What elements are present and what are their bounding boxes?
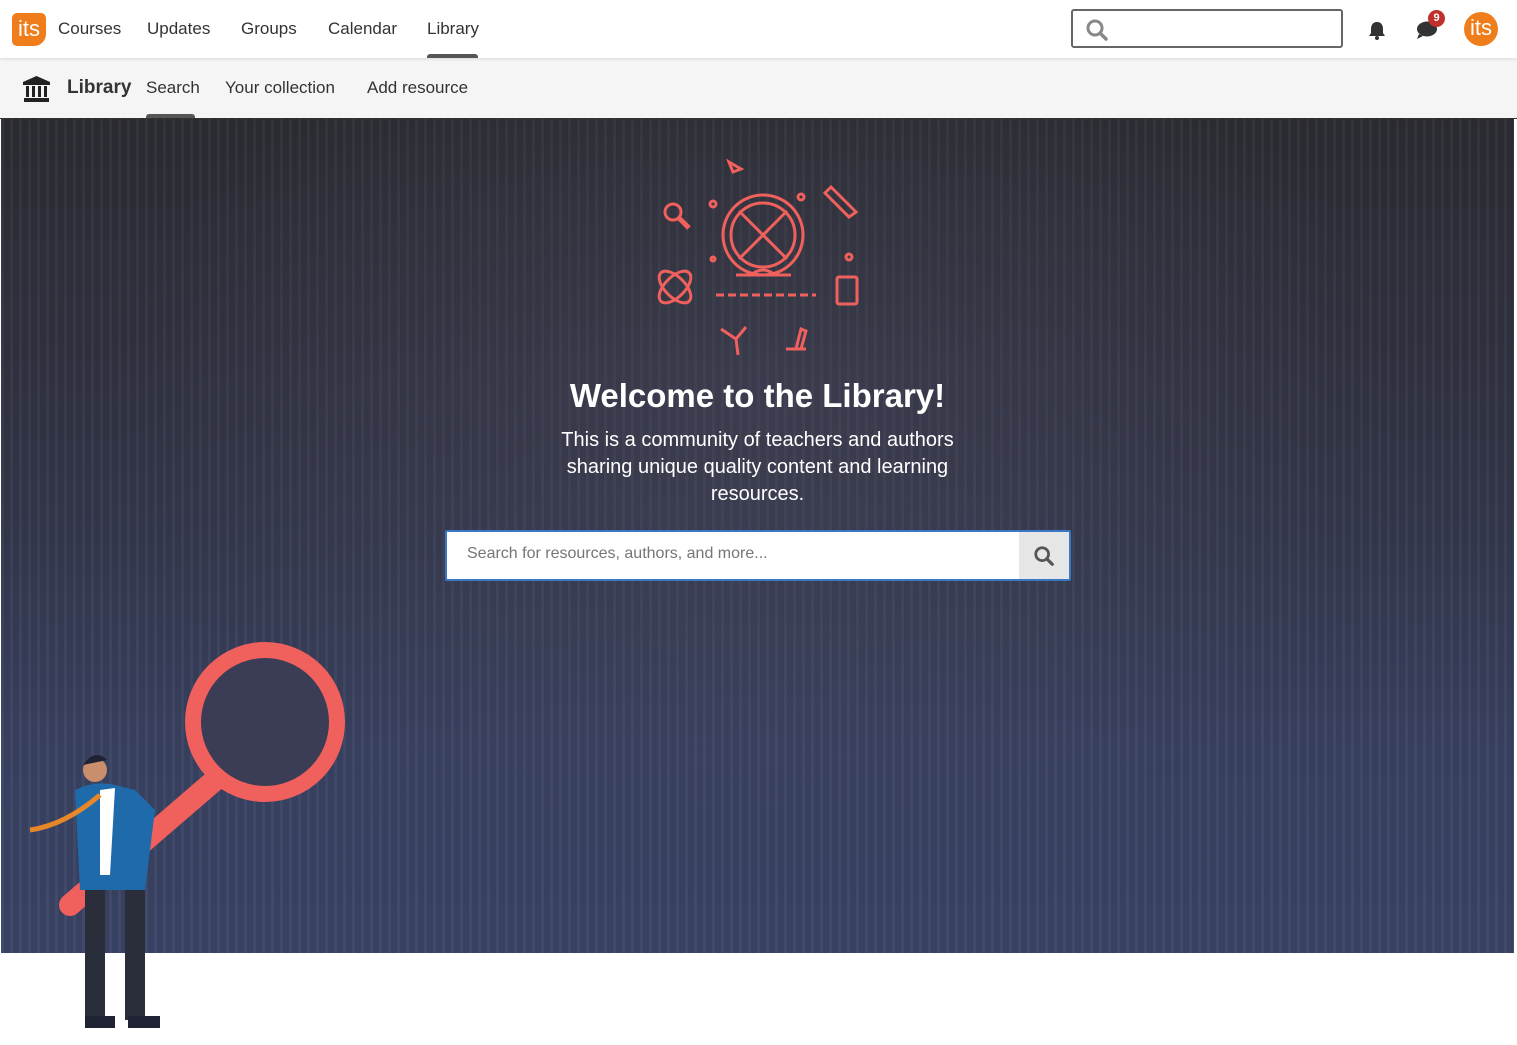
library-search-button[interactable] bbox=[1019, 532, 1069, 579]
person-with-magnifier-illustration bbox=[29, 642, 345, 1028]
library-subnav: Library Search Your collection Add resou… bbox=[0, 58, 1517, 119]
its-logo[interactable]: its bbox=[12, 13, 46, 46]
subnav-search[interactable]: Search bbox=[146, 78, 200, 98]
nav-library[interactable]: Library bbox=[427, 19, 479, 39]
nav-groups[interactable]: Groups bbox=[241, 19, 297, 39]
bell-icon[interactable] bbox=[1367, 20, 1387, 40]
library-search-input[interactable] bbox=[467, 545, 1007, 563]
search-icon bbox=[1086, 19, 1108, 41]
global-search-input[interactable] bbox=[1071, 9, 1343, 48]
hero-description: This is a community of teachers and auth… bbox=[561, 429, 954, 505]
notification-badge: 9 bbox=[1428, 10, 1445, 27]
nav-courses[interactable]: Courses bbox=[58, 19, 121, 39]
avatar[interactable]: its bbox=[1464, 12, 1498, 46]
search-icon bbox=[1034, 545, 1054, 566]
library-building-icon bbox=[23, 76, 50, 102]
library-search-box bbox=[445, 530, 1071, 581]
subnav-active-indicator bbox=[146, 114, 195, 118]
subnav-your-collection[interactable]: Your collection bbox=[225, 78, 335, 98]
nav-calendar[interactable]: Calendar bbox=[328, 19, 397, 39]
hero-title: Welcome to the Library! bbox=[569, 377, 946, 414]
subnav-add-resource[interactable]: Add resource bbox=[367, 78, 468, 98]
top-bar: its Courses Updates Groups Calendar Libr… bbox=[0, 0, 1517, 58]
science-globe-illustration bbox=[657, 158, 859, 356]
nav-updates[interactable]: Updates bbox=[147, 19, 210, 39]
subnav-title: Library bbox=[67, 77, 132, 98]
active-indicator bbox=[427, 54, 478, 58]
